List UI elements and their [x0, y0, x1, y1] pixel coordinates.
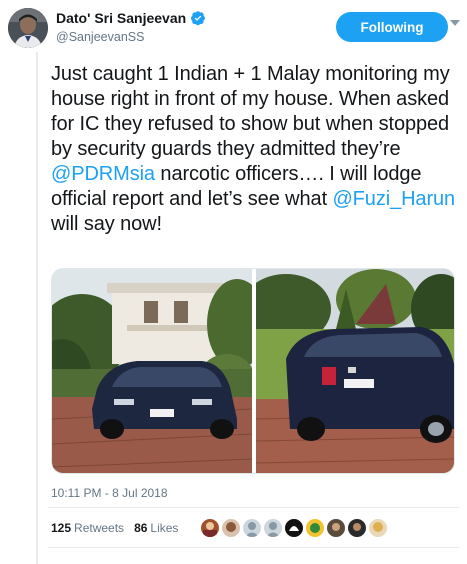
author-display-name[interactable]: Dato' Sri Sanjeevan — [56, 10, 206, 26]
liker-avatar[interactable] — [262, 517, 285, 539]
tweet-text-segment: Just caught 1 Indian + 1 Malay monitorin… — [51, 63, 450, 160]
media-grid — [51, 268, 455, 474]
retweets-stat[interactable]: 125 Retweets — [51, 521, 124, 535]
likes-count: 86 — [134, 521, 148, 535]
tweet-timestamp[interactable]: 10:11 PM - 8 Jul 2018 — [51, 486, 168, 500]
liker-avatar[interactable] — [367, 517, 390, 539]
tweet-text: Just caught 1 Indian + 1 Malay monitorin… — [51, 62, 456, 237]
liker-avatar[interactable] — [220, 517, 243, 539]
liker-avatar[interactable] — [199, 517, 222, 539]
following-button[interactable]: Following — [336, 12, 448, 42]
liker-avatars — [199, 517, 390, 539]
mention-link-fuzi-harun[interactable]: @Fuzi_Harun — [332, 188, 455, 210]
tweet-header: Dato' Sri Sanjeevan @SanjeevanSS Followi… — [8, 8, 460, 52]
liker-avatar[interactable] — [241, 517, 264, 539]
author-avatar[interactable] — [8, 8, 48, 48]
thread-rule — [36, 52, 38, 564]
author-handle[interactable]: @SanjeevanSS — [56, 30, 206, 44]
likes-label: Likes — [150, 521, 179, 535]
likes-stat[interactable]: 86 Likes — [134, 521, 178, 535]
liker-avatar[interactable] — [325, 517, 348, 539]
mention-link-pdrmsia[interactable]: @PDRMsia — [51, 163, 155, 185]
photo-1[interactable] — [52, 269, 252, 473]
author-names: Dato' Sri Sanjeevan @SanjeevanSS — [56, 10, 206, 44]
chevron-down-icon[interactable] — [450, 20, 460, 26]
verified-badge-icon — [190, 10, 206, 26]
divider — [48, 507, 460, 508]
retweets-count: 125 — [51, 521, 72, 535]
liker-avatar[interactable] — [304, 517, 327, 539]
engagement-stats: 125 Retweets 86 Likes — [51, 516, 390, 540]
divider — [48, 547, 460, 548]
retweets-label: Retweets — [74, 521, 125, 535]
liker-avatar[interactable] — [283, 517, 306, 539]
tweet-text-segment: will say now! — [51, 213, 162, 235]
display-name-text[interactable]: Dato' Sri Sanjeevan — [56, 10, 186, 26]
license-plate — [150, 409, 174, 417]
photo-2[interactable] — [256, 269, 454, 473]
liker-avatar[interactable] — [346, 517, 369, 539]
